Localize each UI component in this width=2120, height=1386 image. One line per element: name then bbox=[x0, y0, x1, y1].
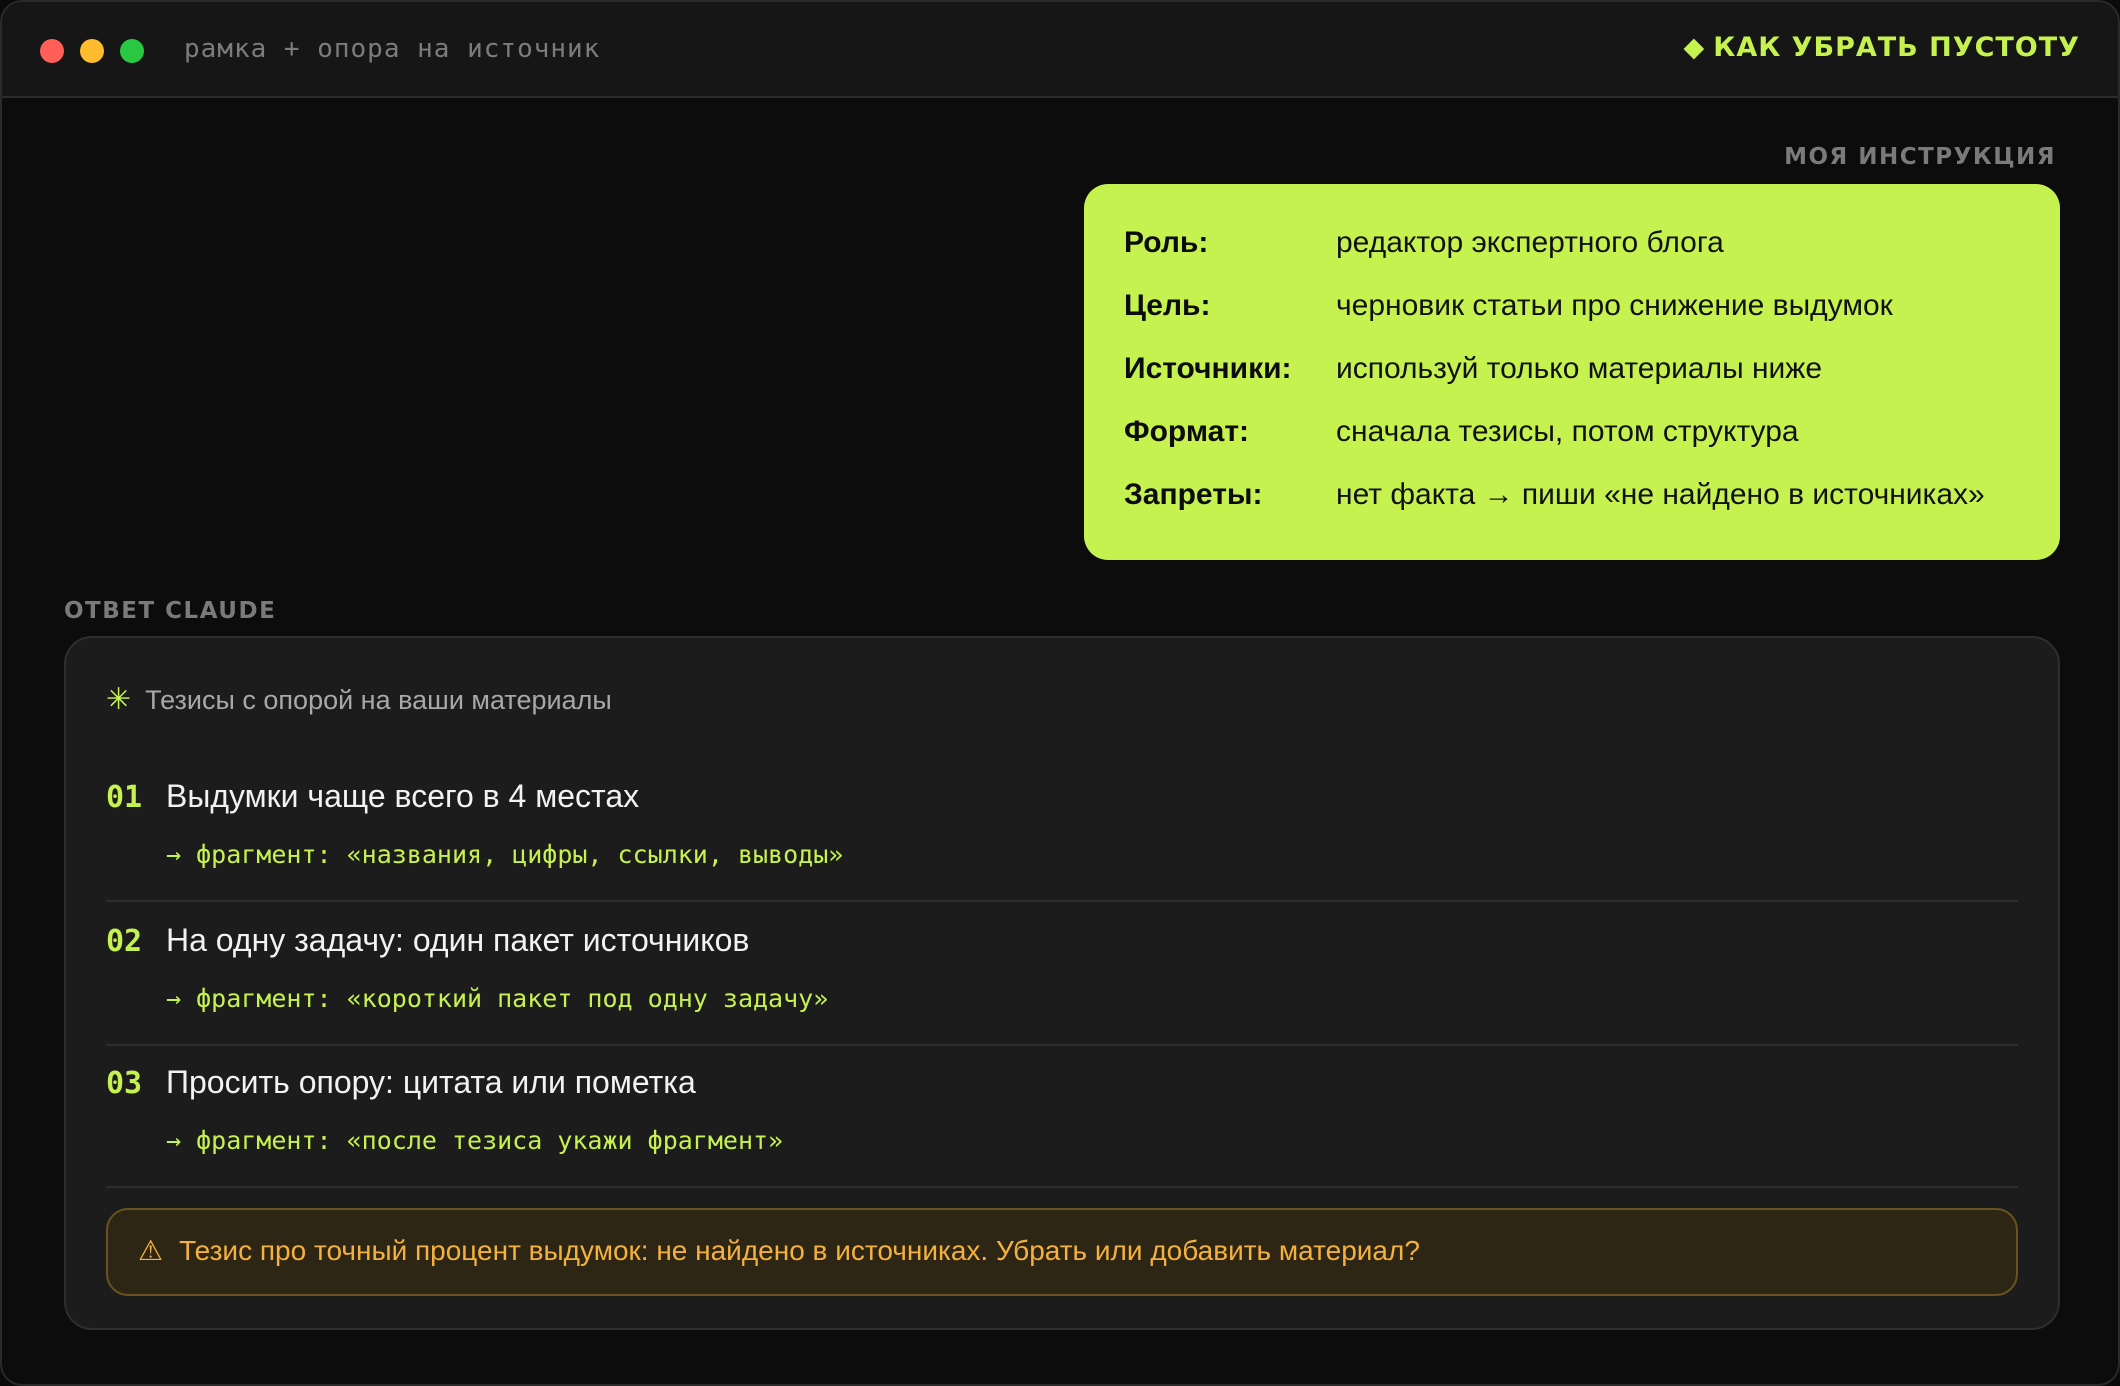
brand-label: ◆ КАК УБРАТЬ ПУСТОТУ bbox=[1683, 32, 2080, 63]
close-window-button[interactable] bbox=[40, 39, 64, 63]
instruction-value: сначала тезисы, потом структура bbox=[1336, 415, 1799, 448]
thesis-item: 02 На одну задачу: один пакет источников… bbox=[106, 902, 2018, 1046]
minimize-window-button[interactable] bbox=[80, 39, 104, 63]
thesis-title: Просить опору: цитата или пометка bbox=[166, 1064, 696, 1100]
thesis-item: 01 Выдумки чаще всего в 4 местах → фрагм… bbox=[106, 758, 2018, 902]
thesis-fragment: → фрагмент: «после тезиса укажи фрагмент… bbox=[166, 1126, 784, 1155]
instruction-row-format: Формат: сначала тезисы, потом структура bbox=[1124, 415, 2022, 478]
thesis-title: Выдумки чаще всего в 4 местах bbox=[166, 778, 640, 814]
instruction-key: Роль: bbox=[1124, 226, 1209, 259]
instruction-row-goal: Цель: черновик статьи про снижение выдум… bbox=[1124, 289, 2022, 352]
warning-text: Тезис про точный процент выдумок: не най… bbox=[179, 1235, 1420, 1266]
warning-banner: ⚠ Тезис про точный процент выдумок: не на… bbox=[106, 1208, 2018, 1296]
instruction-label: МОЯ ИНСТРУКЦИЯ bbox=[1784, 144, 2056, 170]
thesis-fragment: → фрагмент: «названия, цифры, ссылки, вы… bbox=[166, 840, 844, 869]
thesis-number: 03 bbox=[106, 1066, 143, 1101]
diamond-icon: ◆ bbox=[1683, 32, 1706, 63]
instruction-value: используй только материалы ниже bbox=[1336, 352, 1823, 385]
maximize-window-button[interactable] bbox=[120, 39, 144, 63]
asterisk-icon: ✳ bbox=[106, 683, 132, 716]
instruction-key: Источники: bbox=[1124, 352, 1292, 385]
instruction-key: Формат: bbox=[1124, 415, 1250, 448]
window-title: рамка + опора на источник bbox=[184, 34, 601, 64]
brand-text: КАК УБРАТЬ ПУСТОТУ bbox=[1713, 32, 2080, 63]
instruction-value: черновик статьи про снижение выдумок bbox=[1336, 289, 1893, 322]
thesis-title: На одну задачу: один пакет источников bbox=[166, 922, 750, 958]
instruction-key: Запреты: bbox=[1124, 478, 1263, 511]
answer-card: ✳ Тезисы с опорой на ваши материалы 01 Вы… bbox=[64, 636, 2060, 1330]
instruction-value: редактор экспертного блога bbox=[1336, 226, 1724, 259]
thesis-fragment: → фрагмент: «короткий пакет под одну зад… bbox=[166, 984, 829, 1013]
instruction-row-sources: Источники: используй только материалы ни… bbox=[1124, 352, 2022, 415]
app-window: рамка + опора на источник ◆ КАК УБРАТЬ ПУ… bbox=[0, 0, 2120, 1386]
instruction-card: Роль: редактор экспертного блога Цель: ч… bbox=[1084, 184, 2060, 560]
answer-header-text: Тезисы с опорой на ваши материалы bbox=[145, 685, 612, 715]
instruction-key: Цель: bbox=[1124, 289, 1211, 322]
answer-header: ✳ Тезисы с опорой на ваши материалы bbox=[106, 682, 612, 717]
thesis-item: 03 Просить опору: цитата или пометка → ф… bbox=[106, 1044, 2018, 1188]
thesis-number: 02 bbox=[106, 924, 143, 959]
warning-icon: ⚠ bbox=[138, 1235, 164, 1266]
instruction-value: нет факта → пиши «не найдено в источника… bbox=[1336, 478, 1985, 511]
thesis-number: 01 bbox=[106, 780, 143, 815]
title-bar: рамка + опора на источник ◆ КАК УБРАТЬ ПУ… bbox=[2, 2, 2118, 98]
instruction-row-role: Роль: редактор экспертного блога bbox=[1124, 226, 2022, 289]
answer-label: ОТВЕТ CLAUDE bbox=[64, 598, 277, 624]
instruction-row-restrictions: Запреты: нет факта → пиши «не найдено в … bbox=[1124, 478, 2022, 541]
